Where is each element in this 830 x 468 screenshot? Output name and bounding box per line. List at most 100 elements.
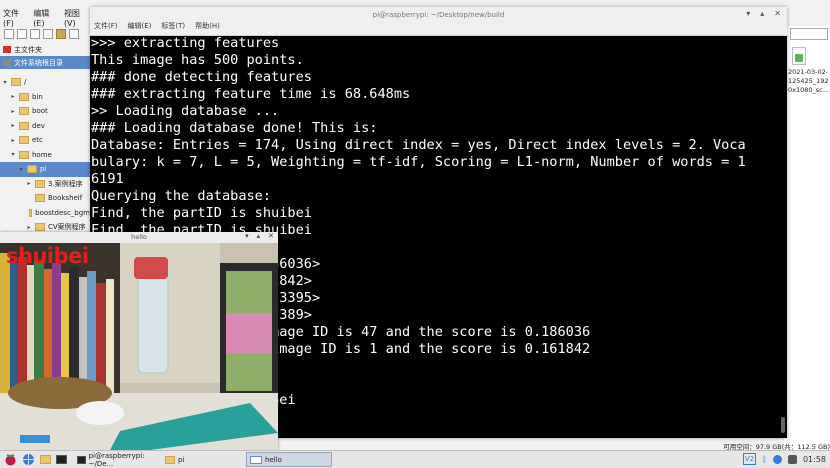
terminal-line: 6191: [91, 171, 124, 187]
terminal-titlebar[interactable]: pi@raspberrypi: ~/Desktop/new/build 文件(F…: [90, 7, 787, 36]
hello-window[interactable]: hello ▾ ▴ ✕ shuibei: [0, 232, 278, 450]
menu-help[interactable]: 帮助(H): [195, 21, 220, 31]
tree-item-label: 3.案例程序: [48, 179, 83, 188]
minimize-icon[interactable]: ▾: [245, 232, 249, 240]
folder-icon: [19, 150, 29, 159]
folder-icon: [35, 179, 45, 188]
folder-icon: [35, 223, 45, 232]
window-icon: [250, 455, 262, 464]
maximize-icon[interactable]: ▴: [257, 232, 261, 240]
volume-icon[interactable]: [787, 454, 797, 464]
collapse-icon[interactable]: ▾: [18, 166, 24, 173]
terminal-line: Database: Entries = 174, Using direct in…: [91, 137, 746, 153]
tree-item-label: bin: [32, 92, 43, 101]
task-label: pi: [178, 455, 185, 464]
list-view-button[interactable]: [69, 29, 79, 39]
clock[interactable]: 01:58: [803, 455, 826, 464]
menu-edit[interactable]: 编辑(E): [33, 8, 58, 28]
close-icon[interactable]: ✕: [268, 232, 274, 240]
file-label[interactable]: 2021-03-02-125425_1920x1080_sc...: [788, 68, 830, 95]
tree-item[interactable]: Bookshelf: [0, 191, 90, 206]
expand-icon[interactable]: ▸: [26, 224, 32, 231]
tree-item[interactable]: ▾ pi: [0, 162, 90, 177]
tree-item-label: home: [32, 150, 52, 159]
terminal-title: pi@raspberrypi: ~/Desktop/new/build: [372, 11, 505, 19]
image-file-icon[interactable]: [792, 47, 806, 65]
filter-input[interactable]: [790, 28, 828, 40]
hello-title: hello: [131, 233, 147, 241]
task-button-term[interactable]: pi@raspberrypi: ~/De...: [74, 451, 160, 468]
terminal-line: ### done detecting features: [91, 69, 312, 85]
collapse-icon[interactable]: ▾: [2, 79, 8, 86]
tree-item[interactable]: ▸ 3.案例程序: [0, 177, 90, 192]
tree-item[interactable]: ▾ /: [0, 75, 90, 90]
menu-view[interactable]: 视图(V): [64, 8, 89, 28]
vnc-icon[interactable]: V2: [742, 453, 757, 465]
collapse-icon[interactable]: ▾: [10, 151, 16, 158]
task-button-folder[interactable]: pi: [162, 452, 244, 467]
place-label: 主文件夹: [14, 45, 42, 54]
tree-item[interactable]: ▸ boot: [0, 104, 90, 119]
folder-icon: [165, 455, 175, 464]
close-icon[interactable]: ✕: [774, 9, 781, 18]
tree-item-label: dev: [32, 121, 45, 130]
camera-frame: shuibei: [0, 243, 278, 450]
camera-image: [0, 243, 278, 450]
home-button[interactable]: [43, 29, 53, 39]
menu-tabs[interactable]: 标签(T): [161, 21, 185, 31]
folder-icon: [19, 92, 29, 101]
tree-item[interactable]: boostdesc_bgm: [0, 206, 90, 221]
terminal-launcher-icon[interactable]: [56, 455, 67, 464]
wifi-icon[interactable]: [772, 454, 782, 464]
terminal-line: >>> extracting features: [91, 35, 280, 51]
new-tab-button[interactable]: [17, 29, 27, 39]
expand-icon[interactable]: ▸: [10, 108, 16, 115]
expand-icon[interactable]: ▸: [10, 93, 16, 100]
minimize-icon[interactable]: ▾: [746, 9, 750, 18]
window-controls: ▾ ▴ ✕: [746, 9, 781, 18]
tree-item[interactable]: ▸ dev: [0, 119, 90, 134]
place-home[interactable]: 主文件夹: [0, 43, 90, 56]
icon-view-button[interactable]: [56, 29, 66, 39]
tree-item-label: etc: [32, 136, 43, 145]
menu-file[interactable]: 文件(F): [3, 8, 27, 28]
terminal-line: ### extracting feature time is 68.648ms: [91, 86, 411, 102]
terminal-icon: [77, 455, 86, 464]
terminal-menubar: 文件(F) 编辑(E) 标签(T) 帮助(H): [94, 21, 220, 31]
taskbar: pi@raspberrypi: ~/De... pi hello V2 ᛒ 01:5…: [0, 450, 830, 468]
tree-item-label: Bookshelf: [48, 194, 83, 203]
expand-icon[interactable]: ▸: [10, 137, 16, 144]
tree-item-label: /: [24, 78, 27, 87]
window-controls: ▾ ▴ ✕: [245, 232, 274, 240]
expand-icon[interactable]: ▸: [26, 180, 32, 187]
menu-file[interactable]: 文件(F): [94, 21, 118, 31]
folder-icon: [29, 208, 33, 217]
terminal-scrollbar[interactable]: [781, 417, 785, 433]
folder-icon: [19, 107, 29, 116]
file-manager-toolbar: [0, 26, 104, 42]
place-root[interactable]: 文件系统根目录: [0, 56, 90, 69]
folder-icon: [19, 136, 29, 145]
tree-item-label: CV案例程序: [48, 223, 86, 232]
terminal-line: This image has 500 points.: [91, 52, 304, 68]
tree-item[interactable]: ▸ bin: [0, 90, 90, 105]
maximize-icon[interactable]: ▴: [760, 9, 764, 18]
tree-item[interactable]: ▾ home: [0, 148, 90, 163]
detection-label: shuibei: [6, 244, 89, 268]
home-icon: [3, 46, 11, 53]
task-button-window[interactable]: hello: [246, 452, 332, 467]
file-manager-menubar: 文件(F) 编辑(E) 视图(V) 书: [0, 8, 103, 28]
folder-button[interactable]: [30, 29, 40, 39]
sidebar-toggle-button[interactable]: [4, 29, 14, 39]
expand-icon[interactable]: ▸: [10, 122, 16, 129]
bluetooth-icon[interactable]: ᛒ: [762, 455, 767, 464]
task-label: hello: [265, 455, 282, 464]
raspberry-menu-icon[interactable]: [4, 453, 17, 466]
places-panel: 主文件夹 文件系统根目录: [0, 43, 90, 69]
terminal-line: >> Loading database ...: [91, 103, 280, 119]
file-manager-launcher-icon[interactable]: [40, 455, 51, 464]
tree-item[interactable]: ▸ etc: [0, 133, 90, 148]
task-label: pi@raspberrypi: ~/De...: [88, 451, 145, 468]
menu-edit[interactable]: 编辑(E): [128, 21, 152, 31]
browser-icon[interactable]: [22, 453, 35, 466]
